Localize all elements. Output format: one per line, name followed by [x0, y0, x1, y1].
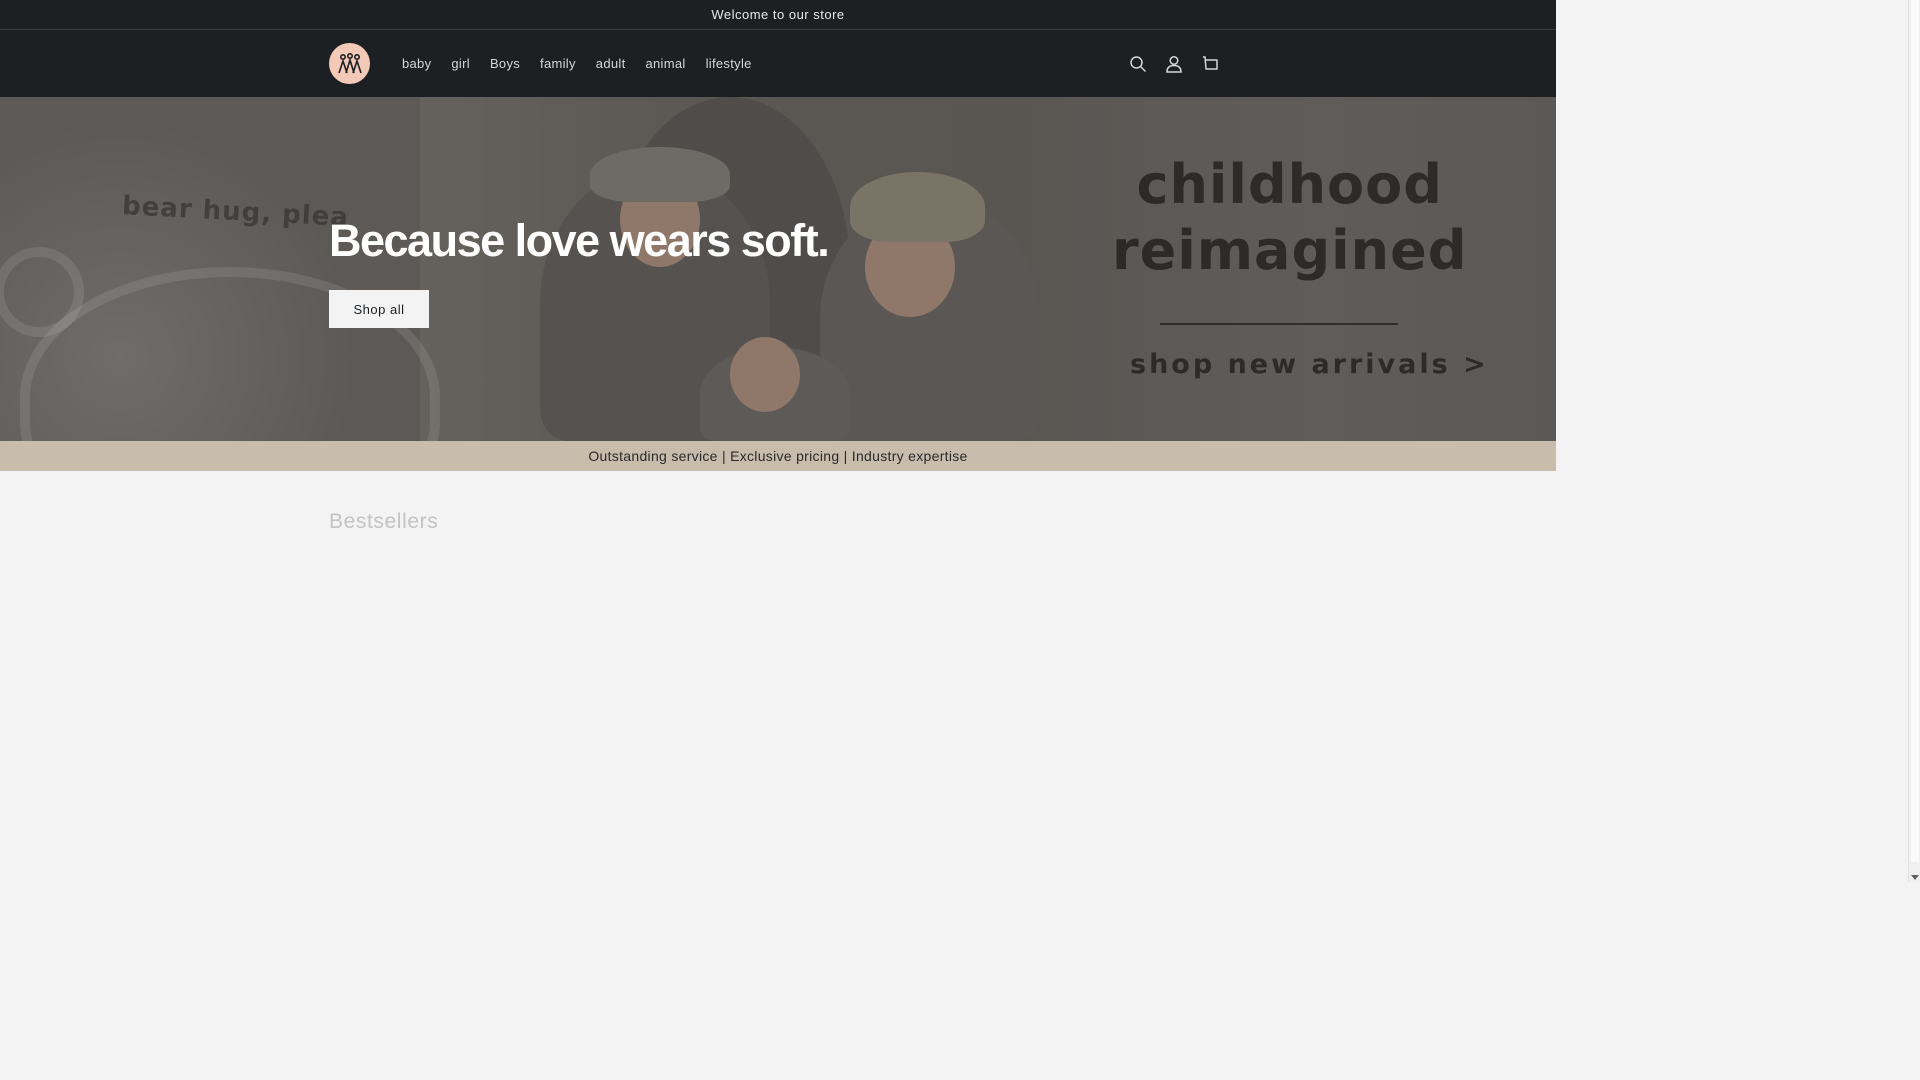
search-button[interactable] — [1126, 52, 1150, 76]
wall-text-childhood-line2: reimagined — [1112, 219, 1468, 282]
nav-item-boys[interactable]: Boys — [480, 56, 530, 71]
wall-divider — [1160, 323, 1398, 325]
nav-item-baby[interactable]: baby — [392, 56, 441, 71]
promo-text: Outstanding service | Exclusive pricing … — [588, 448, 968, 464]
wall-text-childhood: childhood reimagined — [1112, 152, 1467, 284]
store-logo[interactable] — [329, 43, 370, 84]
nav-item-lifestyle[interactable]: lifestyle — [696, 56, 762, 71]
nav-item-adult[interactable]: adult — [586, 56, 636, 71]
account-button[interactable] — [1162, 52, 1186, 76]
announcement-bar: Welcome to our store — [0, 0, 1556, 30]
family-logo-icon — [337, 52, 362, 73]
nav-item-animal[interactable]: animal — [636, 56, 696, 71]
hero-banner[interactable]: bear hug, plea childhood reimagined shop… — [0, 97, 1556, 441]
shop-all-button[interactable]: Shop all — [329, 290, 429, 328]
site-header: baby girl Boys family adult animal lifes… — [0, 30, 1556, 97]
bestsellers-title: Bestsellers — [329, 510, 439, 533]
cart-button[interactable] — [1198, 52, 1222, 76]
page-scrollbar[interactable] — [1908, 0, 1920, 882]
main-nav: baby girl Boys family adult animal lifes… — [392, 56, 762, 71]
family-photo — [520, 97, 1080, 441]
nav-item-girl[interactable]: girl — [441, 56, 480, 71]
scroll-down-icon[interactable] — [1911, 875, 1919, 880]
cart-icon — [1203, 55, 1218, 70]
page: Welcome to our store baby girl Boys fami… — [0, 0, 1556, 882]
search-icon — [1130, 55, 1147, 72]
announcement-text: Welcome to our store — [711, 7, 845, 22]
scrollbar-thumb[interactable] — [1911, 0, 1919, 862]
account-icon — [1166, 55, 1182, 73]
wall-text-childhood-line1: childhood — [1136, 153, 1443, 216]
wall-text-arrivals: shop new arrivals > — [1130, 349, 1489, 380]
promo-band: Outstanding service | Exclusive pricing … — [0, 441, 1556, 471]
nav-item-family[interactable]: family — [530, 56, 586, 71]
header-icons — [1126, 30, 1222, 97]
hero-title: Because love wears soft. — [329, 215, 830, 266]
